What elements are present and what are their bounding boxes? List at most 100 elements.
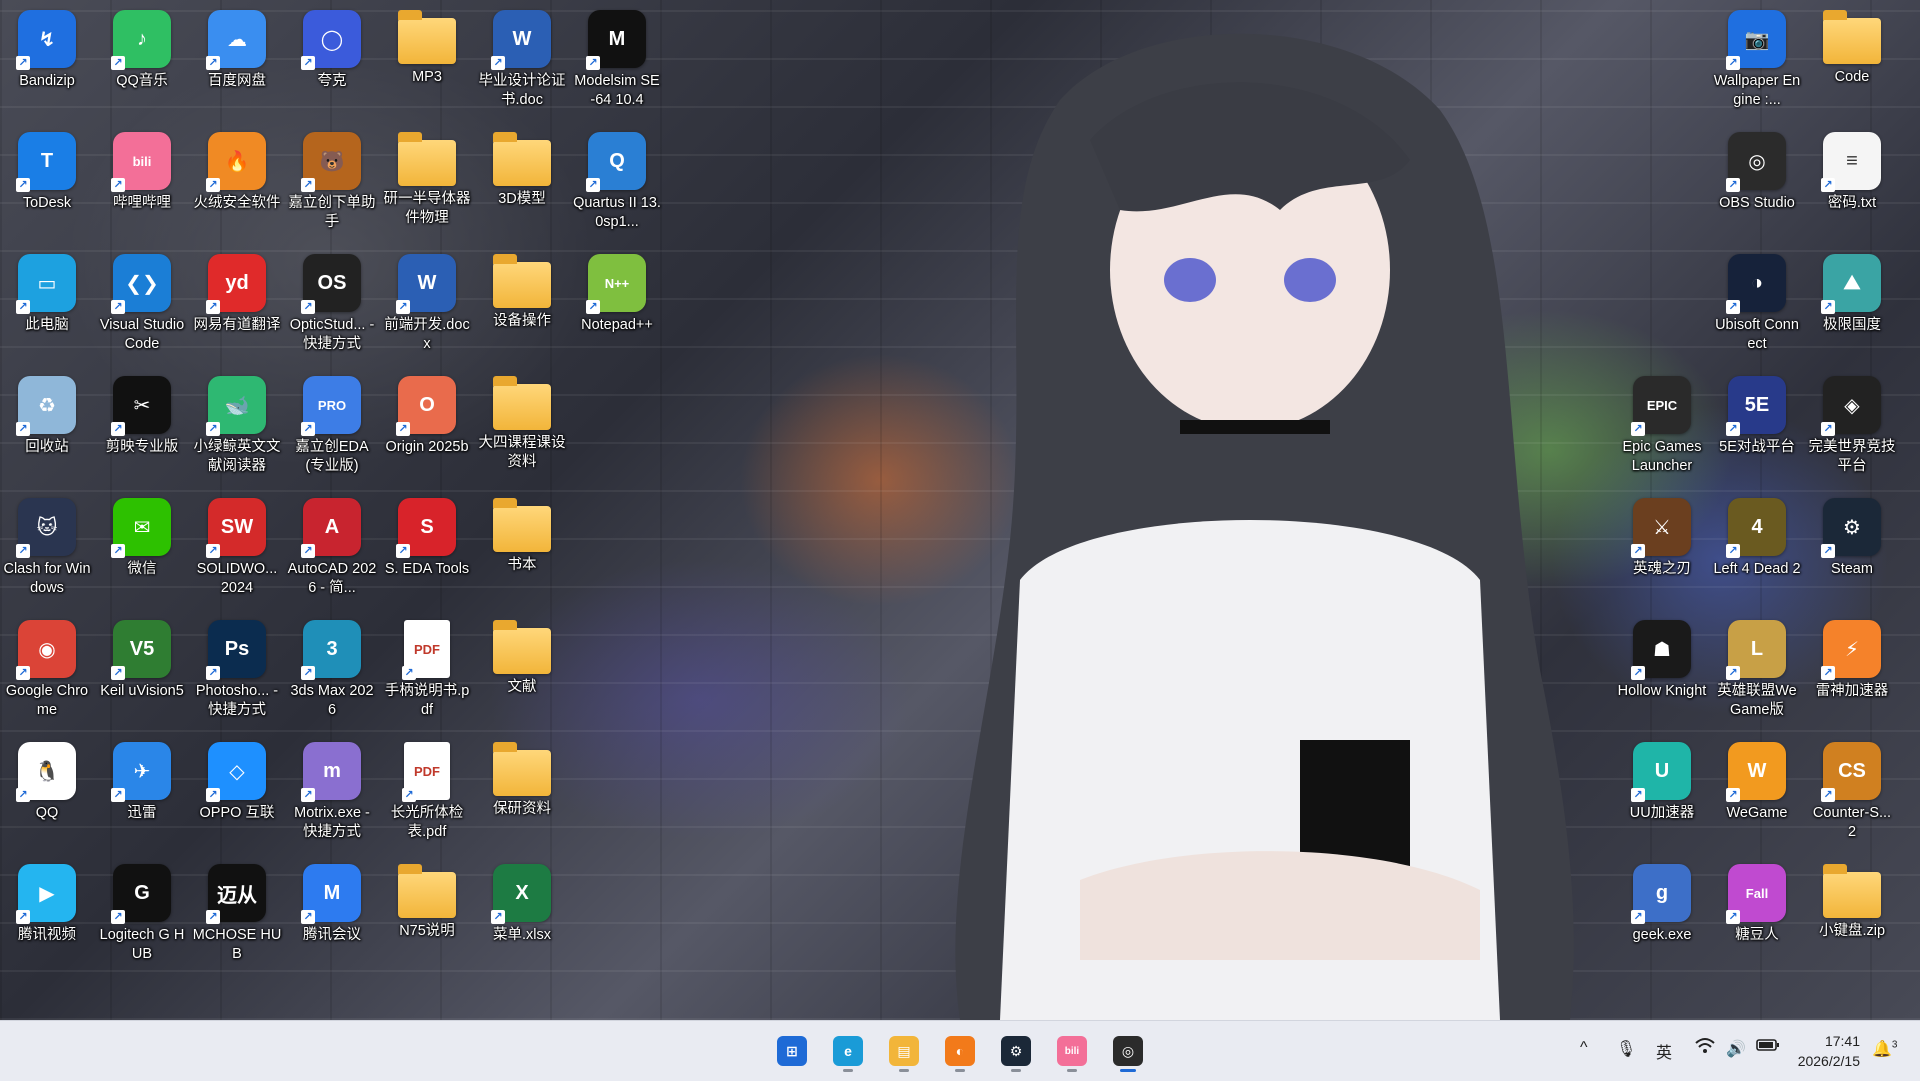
desktop-icon[interactable]: 设备操作: [477, 250, 567, 331]
desktop-icon[interactable]: ◈ ↗ 完美世界竞技平台: [1807, 372, 1897, 476]
desktop-icon[interactable]: ▶ ↗ 腾讯视频: [2, 860, 92, 945]
desktop-icon[interactable]: ⛰ ↗ 极限国度: [1807, 250, 1897, 335]
shortcut-arrow-icon: ↗: [16, 422, 30, 436]
tray-chevron-icon[interactable]: ^: [1580, 1039, 1588, 1057]
desktop-icon[interactable]: OS ↗ OpticStud... - 快捷方式: [287, 250, 377, 354]
desktop-icon-label: 微信: [127, 561, 157, 577]
desktop-icon[interactable]: G ↗ Logitech G HUB: [97, 860, 187, 964]
desktop-icon-image: bili ↗: [111, 132, 171, 192]
desktop-icon[interactable]: 文献: [477, 616, 567, 697]
system-clock[interactable]: 17:41 2026/2/15: [1790, 1031, 1860, 1071]
desktop-icon[interactable]: MP3: [382, 6, 472, 87]
taskbar-app-edge[interactable]: e: [826, 1029, 870, 1073]
desktop-icon[interactable]: 保研资料: [477, 738, 567, 819]
desktop-icon[interactable]: W ↗ 毕业设计论证书.doc: [477, 6, 567, 110]
desktop-icon[interactable]: 4 ↗ Left 4 Dead 2: [1712, 494, 1802, 579]
desktop-icon[interactable]: ◇ ↗ OPPO 互联: [192, 738, 282, 823]
desktop-icon[interactable]: V5 ↗ Keil uVision5: [97, 616, 187, 701]
taskbar-app-bilibili[interactable]: bili: [1050, 1029, 1094, 1073]
desktop-icon[interactable]: N75说明: [382, 860, 472, 941]
desktop-icon[interactable]: A ↗ AutoCAD 2026 - 简...: [287, 494, 377, 598]
desktop-icon[interactable]: 🐧 ↗ QQ: [2, 738, 92, 823]
desktop-icon[interactable]: 📷 ↗ Wallpaper Engine :...: [1712, 6, 1802, 110]
desktop-icon[interactable]: Code: [1807, 6, 1897, 87]
desktop-icon[interactable]: PRO ↗ 嘉立创EDA(专业版): [287, 372, 377, 476]
desktop-icon[interactable]: T ↗ ToDesk: [2, 128, 92, 213]
battery-icon[interactable]: [1756, 1037, 1780, 1058]
notification-bell-icon[interactable]: 🔔3: [1872, 1039, 1897, 1059]
desktop-icon-image: Ps ↗: [206, 620, 266, 680]
desktop-icon[interactable]: yd ↗ 网易有道翻译: [192, 250, 282, 335]
desktop-icon[interactable]: W ↗ 前端开发.docx: [382, 250, 472, 354]
desktop-icon[interactable]: 小键盘.zip: [1807, 860, 1897, 941]
taskbar-app-start[interactable]: ⊞: [770, 1029, 814, 1073]
desktop-icon-image: ▭ ↗: [16, 254, 76, 314]
desktop-icon[interactable]: PDF ↗ 手柄说明书.pdf: [382, 616, 472, 720]
desktop-icon-image: ☗ ↗: [1631, 620, 1691, 680]
desktop-icon-label: 设备操作: [493, 313, 551, 329]
desktop-icon[interactable]: 大四课程课设资料: [477, 372, 567, 472]
desktop-icon[interactable]: g ↗ geek.exe: [1617, 860, 1707, 945]
desktop-icon[interactable]: ⚙ ↗ Steam: [1807, 494, 1897, 579]
desktop-icon[interactable]: ♻ ↗ 回收站: [2, 372, 92, 457]
desktop-icon[interactable]: ☗ ↗ Hollow Knight: [1617, 616, 1707, 701]
desktop-icon[interactable]: O ↗ Origin 2025b: [382, 372, 472, 457]
desktop-icon-image: V5 ↗: [111, 620, 171, 680]
microphone-icon[interactable]: 🎙: [1616, 1039, 1636, 1059]
desktop-icon[interactable]: M ↗ 腾讯会议: [287, 860, 377, 945]
running-indicator: [843, 1069, 853, 1072]
desktop-icon[interactable]: CS ↗ Counter-S... 2: [1807, 738, 1897, 842]
desktop-icon[interactable]: ✉ ↗ 微信: [97, 494, 187, 579]
desktop-icon[interactable]: ◉ ↗ Google Chrome: [2, 616, 92, 720]
desktop-icon[interactable]: SW ↗ SOLIDWO... 2024: [192, 494, 282, 598]
desktop-icon[interactable]: 🐱 ↗ Clash for Windows: [2, 494, 92, 598]
desktop-icon-image: ⚡ ↗: [1821, 620, 1881, 680]
desktop-icon[interactable]: 研一半导体器件物理: [382, 128, 472, 228]
taskbar-app-firefox-like[interactable]: ◐: [938, 1029, 982, 1073]
desktop-icon[interactable]: m ↗ Motrix.exe - 快捷方式: [287, 738, 377, 842]
desktop-icon[interactable]: ❮❯ ↗ Visual Studio Code: [97, 250, 187, 354]
desktop-icon[interactable]: S ↗ S. EDA Tools: [382, 494, 472, 579]
desktop-icon[interactable]: ↯ ↗ Bandizip: [2, 6, 92, 91]
taskbar-app-obs[interactable]: ◎: [1106, 1029, 1150, 1073]
desktop-icon[interactable]: 🔥 ↗ 火绒安全软件: [192, 128, 282, 213]
desktop-icon[interactable]: ◎ ↗ OBS Studio: [1712, 128, 1802, 213]
desktop-icon[interactable]: 3D模型: [477, 128, 567, 209]
desktop-icon[interactable]: L ↗ 英雄联盟WeGame版: [1712, 616, 1802, 720]
desktop-icon[interactable]: ✂ ↗ 剪映专业版: [97, 372, 187, 457]
desktop-icon[interactable]: ☁ ↗ 百度网盘: [192, 6, 282, 91]
desktop-icon[interactable]: Fall ↗ 糖豆人: [1712, 860, 1802, 945]
desktop-icon[interactable]: 🐻 ↗ 嘉立创下单助手: [287, 128, 377, 232]
taskbar-app-steam[interactable]: ⚙: [994, 1029, 1038, 1073]
desktop-icon[interactable]: ⚔ ↗ 英魂之刃: [1617, 494, 1707, 579]
desktop-icon[interactable]: ♪ ↗ QQ音乐: [97, 6, 187, 91]
desktop-icon[interactable]: ◯ ↗ 夸克: [287, 6, 377, 91]
desktop-icon[interactable]: 5E ↗ 5E对战平台: [1712, 372, 1802, 457]
desktop-icon[interactable]: X ↗ 菜单.xlsx: [477, 860, 567, 945]
desktop-icon[interactable]: 书本: [477, 494, 567, 575]
desktop-icon[interactable]: bili ↗ 哔哩哔哩: [97, 128, 187, 213]
desktop-icon[interactable]: 🐋 ↗ 小绿鲸英文文献阅读器: [192, 372, 282, 476]
desktop-icon[interactable]: ✈ ↗ 迅雷: [97, 738, 187, 823]
desktop-icon[interactable]: ▭ ↗ 此电脑: [2, 250, 92, 335]
desktop-icon[interactable]: ◑ ↗ Ubisoft Connect: [1712, 250, 1802, 354]
desktop-icon[interactable]: M ↗ Modelsim SE-64 10.4: [572, 6, 662, 110]
taskbar-app-file-explorer[interactable]: ▤: [882, 1029, 926, 1073]
desktop-icon[interactable]: PDF ↗ 长光所体检表.pdf: [382, 738, 472, 842]
desktop-icon[interactable]: 3 ↗ 3ds Max 2026: [287, 616, 377, 720]
desktop-icon[interactable]: 迈从 ↗ MCHOSE HUB: [192, 860, 282, 964]
desktop-icon[interactable]: ≡ ↗ 密码.txt: [1807, 128, 1897, 213]
ime-indicator[interactable]: 英: [1656, 1039, 1672, 1063]
desktop-icon-image: ✈ ↗: [111, 742, 171, 802]
desktop-icon[interactable]: EPIC ↗ Epic Games Launcher: [1617, 372, 1707, 476]
desktop-icon[interactable]: ⚡ ↗ 雷神加速器: [1807, 616, 1897, 701]
wifi-icon[interactable]: [1694, 1035, 1716, 1062]
desktop-icon[interactable]: Q ↗ Quartus II 13.0sp1...: [572, 128, 662, 232]
desktop-icon[interactable]: W ↗ WeGame: [1712, 738, 1802, 823]
desktop-icon[interactable]: Ps ↗ Photosho... - 快捷方式: [192, 616, 282, 720]
volume-icon[interactable]: 🔊: [1726, 1039, 1746, 1059]
desktop-icon[interactable]: U ↗ UU加速器: [1617, 738, 1707, 823]
desktop-icon[interactable]: N++ ↗ Notepad++: [572, 250, 662, 335]
shortcut-arrow-icon: ↗: [111, 788, 125, 802]
desktop-icon-label: Epic Games Launcher: [1622, 439, 1702, 474]
